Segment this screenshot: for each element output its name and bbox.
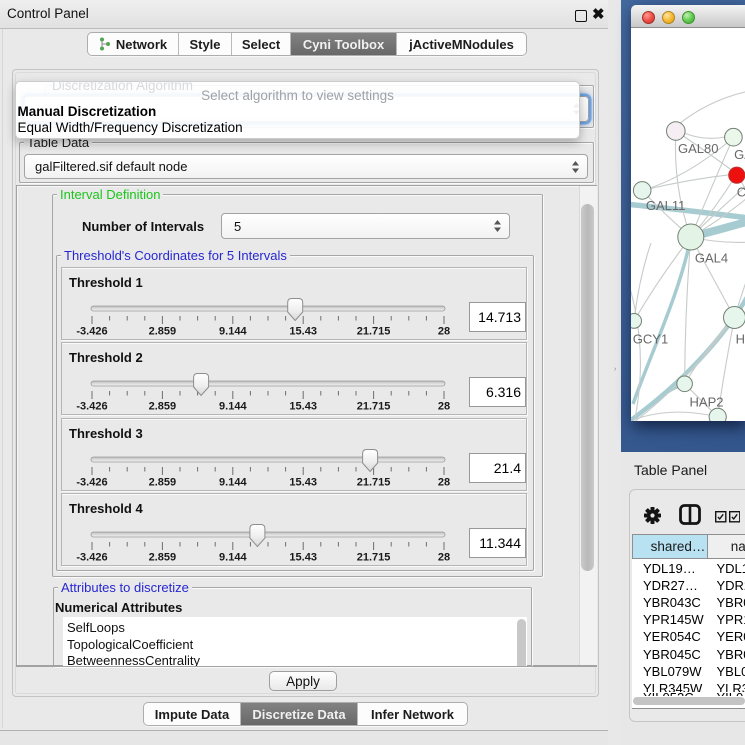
svg-text:GAL80: GAL80 [678,141,718,156]
svg-text:21.715: 21.715 [357,326,391,338]
svg-text:21.715: 21.715 [357,477,391,489]
svg-text:21.715: 21.715 [357,401,391,413]
svg-text:CYC1: CYC1 [737,185,745,200]
svg-text:28: 28 [438,477,450,489]
svg-text:21.715: 21.715 [357,552,391,564]
svg-text:15.43: 15.43 [289,326,317,338]
svg-text:GCY1: GCY1 [633,332,668,347]
svg-text:GAL4: GAL4 [695,251,728,266]
svg-text:28: 28 [438,401,450,413]
svg-text:9.144: 9.144 [219,326,247,338]
svg-text:28: 28 [438,326,450,338]
svg-text:GAL11: GAL11 [646,198,686,213]
svg-text:-3.426: -3.426 [76,401,107,413]
svg-text:28: 28 [438,552,450,564]
svg-text:-3.426: -3.426 [76,477,107,489]
svg-text:2.859: 2.859 [149,326,177,338]
svg-text:-3.426: -3.426 [76,552,107,564]
svg-text:-3.426: -3.426 [76,326,107,338]
svg-text:9.144: 9.144 [219,401,247,413]
svg-text:9.144: 9.144 [219,552,247,564]
svg-text:2.859: 2.859 [149,401,177,413]
svg-text:GAL7: GAL7 [734,147,745,162]
svg-text:9.144: 9.144 [219,477,247,489]
svg-text:HIS4: HIS4 [736,332,745,347]
svg-text:HAP2: HAP2 [690,395,724,410]
svg-text:15.43: 15.43 [289,552,317,564]
svg-text:15.43: 15.43 [289,477,317,489]
svg-text:2.859: 2.859 [149,477,177,489]
svg-text:15.43: 15.43 [289,401,317,413]
svg-text:2.859: 2.859 [149,552,177,564]
